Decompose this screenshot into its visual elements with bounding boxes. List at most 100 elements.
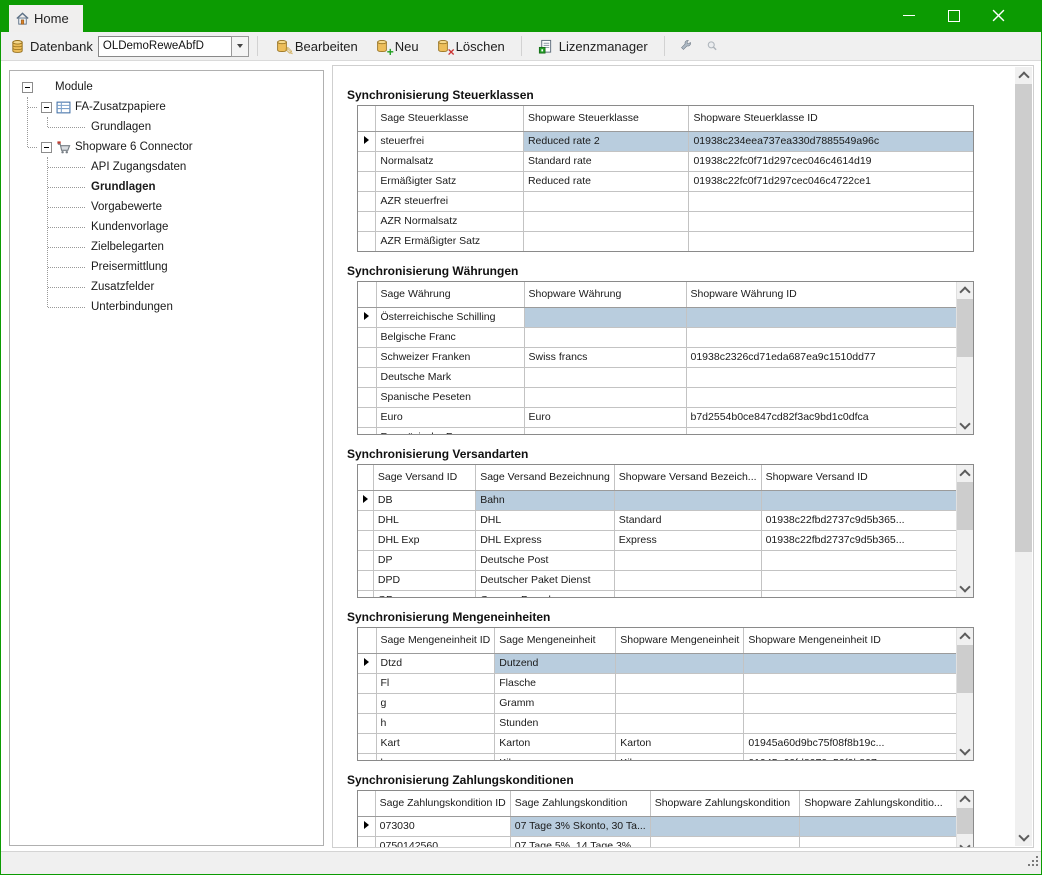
grid-cell[interactable]	[523, 211, 689, 231]
grid-cell[interactable]: Kart	[376, 733, 495, 753]
column-header-sage-mengeneinheit-id[interactable]: Sage Mengeneinheit ID	[376, 628, 495, 653]
grid-cell[interactable]: Gramm	[495, 693, 616, 713]
tree-item-kundenvorlage[interactable]: Kundenvorlage	[10, 217, 323, 237]
scroll-up-icon[interactable]	[957, 465, 973, 482]
scrollbar-thumb[interactable]	[957, 299, 973, 357]
grid-cell[interactable]: Bahn	[476, 490, 615, 510]
table-row[interactable]: DBBahn	[358, 490, 973, 510]
table-row[interactable]: Deutsche Mark	[358, 367, 959, 387]
tree-item-unterbindungen[interactable]: Unterbindungen	[10, 297, 323, 317]
tree-item-grundlagen[interactable]: Grundlagen	[10, 117, 323, 137]
grid-cell[interactable]: Swiss francs	[524, 347, 686, 367]
table-row[interactable]: Belgische Franc	[358, 327, 959, 347]
column-header-shopware-versand-bezeich[interactable]: Shopware Versand Bezeich...	[614, 465, 761, 490]
grid-cell[interactable]	[523, 231, 689, 251]
column-header-sage-steuerklasse[interactable]: Sage Steuerklasse	[376, 106, 524, 131]
tree-item-module[interactable]: Module	[10, 77, 323, 97]
grid-cell[interactable]: 073030	[375, 816, 510, 836]
row-selector[interactable]	[358, 673, 376, 693]
row-selector[interactable]	[358, 693, 376, 713]
row-selector[interactable]	[358, 151, 376, 171]
grid-cell[interactable]: DHL Exp	[373, 530, 475, 550]
grid-cell[interactable]	[744, 713, 972, 733]
row-selector[interactable]	[358, 653, 376, 673]
grid-cell[interactable]: Express	[614, 530, 761, 550]
grid-cell[interactable]: h	[376, 713, 495, 733]
grid-cell[interactable]: DB	[373, 490, 475, 510]
grid-cell[interactable]	[616, 693, 744, 713]
grid-cell[interactable]: Karton	[616, 733, 744, 753]
row-selector[interactable]	[358, 231, 376, 251]
grid-cell[interactable]: AZR steuerfrei	[376, 191, 524, 211]
grid-cell[interactable]: Normalsatz	[376, 151, 524, 171]
grid-cell[interactable]: German Parcel	[476, 590, 615, 598]
grid-cell[interactable]	[686, 387, 959, 407]
scroll-down-icon[interactable]	[957, 580, 973, 597]
row-selector[interactable]	[358, 387, 376, 407]
table-row[interactable]: GPGerman Parcel	[358, 590, 973, 598]
row-selector[interactable]	[358, 713, 376, 733]
grid-cell[interactable]: Kilogramm	[495, 753, 616, 761]
scroll-down-icon[interactable]	[1015, 829, 1032, 846]
minimize-button[interactable]	[886, 0, 931, 31]
grid-cell[interactable]: 01938c22fbd2737c9d5b365...	[761, 510, 973, 530]
grid-cell[interactable]: Standard rate	[523, 151, 689, 171]
table-row[interactable]: kgKilogrammKilogramm01945a60fd8070a50f0b…	[358, 753, 972, 761]
column-header-shopware-w-hrung[interactable]: Shopware Währung	[524, 282, 686, 307]
grid-cell[interactable]	[761, 590, 973, 598]
tree-item-zusatzfelder[interactable]: Zusatzfelder	[10, 277, 323, 297]
maximize-button[interactable]	[931, 0, 976, 31]
table-row[interactable]: KartKartonKarton01945a60d9bc75f08f8b19c.…	[358, 733, 972, 753]
column-header-shopware-w-hrung-id[interactable]: Shopware Währung ID	[686, 282, 959, 307]
table-scrollbar[interactable]	[956, 282, 973, 434]
grid-cell[interactable]: Dtzd	[376, 653, 495, 673]
table-scrollbar[interactable]	[956, 791, 973, 847]
grid-cell[interactable]: Karton	[495, 733, 616, 753]
collapse-expander-icon[interactable]	[22, 82, 33, 93]
tab-home[interactable]: Home	[9, 5, 83, 32]
table-row[interactable]: Ermäßigter SatzReduced rate01938c22fc0f7…	[358, 171, 973, 191]
table-row[interactable]: Österreichische Schilling	[358, 307, 959, 327]
scroll-up-icon[interactable]	[1015, 67, 1032, 84]
grid-cell[interactable]	[614, 590, 761, 598]
row-selector[interactable]	[358, 753, 376, 761]
row-selector[interactable]	[358, 191, 376, 211]
table-scrollbar[interactable]	[956, 628, 973, 760]
grid-cell[interactable]: 07 Tage 3% Skonto, 30 Ta...	[510, 816, 650, 836]
scrollbar-thumb[interactable]	[957, 808, 973, 834]
grid-cell[interactable]: 0750142560	[375, 836, 510, 847]
scrollbar-thumb[interactable]	[957, 645, 973, 693]
table-row[interactable]: FlFlasche	[358, 673, 972, 693]
grid-cell[interactable]: Dutzend	[495, 653, 616, 673]
table-row[interactable]: DHL ExpDHL ExpressExpress01938c22fbd2737…	[358, 530, 973, 550]
main-scrollbar[interactable]	[1015, 67, 1032, 846]
grid-cell[interactable]	[614, 550, 761, 570]
grid-cell[interactable]: steuerfrei	[376, 131, 524, 151]
row-selector[interactable]	[358, 327, 376, 347]
grid-cell[interactable]: DP	[373, 550, 475, 570]
grid-cell[interactable]	[761, 570, 973, 590]
row-selector[interactable]	[358, 570, 373, 590]
table-row[interactable]: AZR Normalsatz	[358, 211, 973, 231]
row-selector[interactable]	[358, 490, 373, 510]
table-row[interactable]: EuroEurob7d2554b0ce847cd82f3ac9bd1c0dfca	[358, 407, 959, 427]
grid-cell[interactable]: DHL Express	[476, 530, 615, 550]
settings-tool-button[interactable]	[674, 35, 698, 57]
row-selector[interactable]	[358, 836, 375, 847]
grid-cell[interactable]: Belgische Franc	[376, 327, 524, 347]
grid-cell[interactable]	[614, 490, 761, 510]
row-selector[interactable]	[358, 590, 373, 598]
tree-item-preisermittlung[interactable]: Preisermittlung	[10, 257, 323, 277]
grid-cell[interactable]: Spanische Peseten	[376, 387, 524, 407]
scrollbar-thumb[interactable]	[1015, 84, 1032, 552]
row-selector[interactable]	[358, 347, 376, 367]
table-row[interactable]: AZR Ermäßigter Satz	[358, 231, 973, 251]
grid-cell[interactable]: Fl	[376, 673, 495, 693]
column-header-sage-w-hrung[interactable]: Sage Währung	[376, 282, 524, 307]
grid-cell[interactable]: Flasche	[495, 673, 616, 693]
column-header-shopware-zahlungskonditio[interactable]: Shopware Zahlungskonditio...	[800, 791, 973, 816]
grid-cell[interactable]	[616, 653, 744, 673]
grid-cell[interactable]	[616, 713, 744, 733]
grid-cell[interactable]: 01938c2326cd71eda687ea9c1510dd77	[686, 347, 959, 367]
datenbank-dropdown-button[interactable]	[231, 36, 249, 57]
